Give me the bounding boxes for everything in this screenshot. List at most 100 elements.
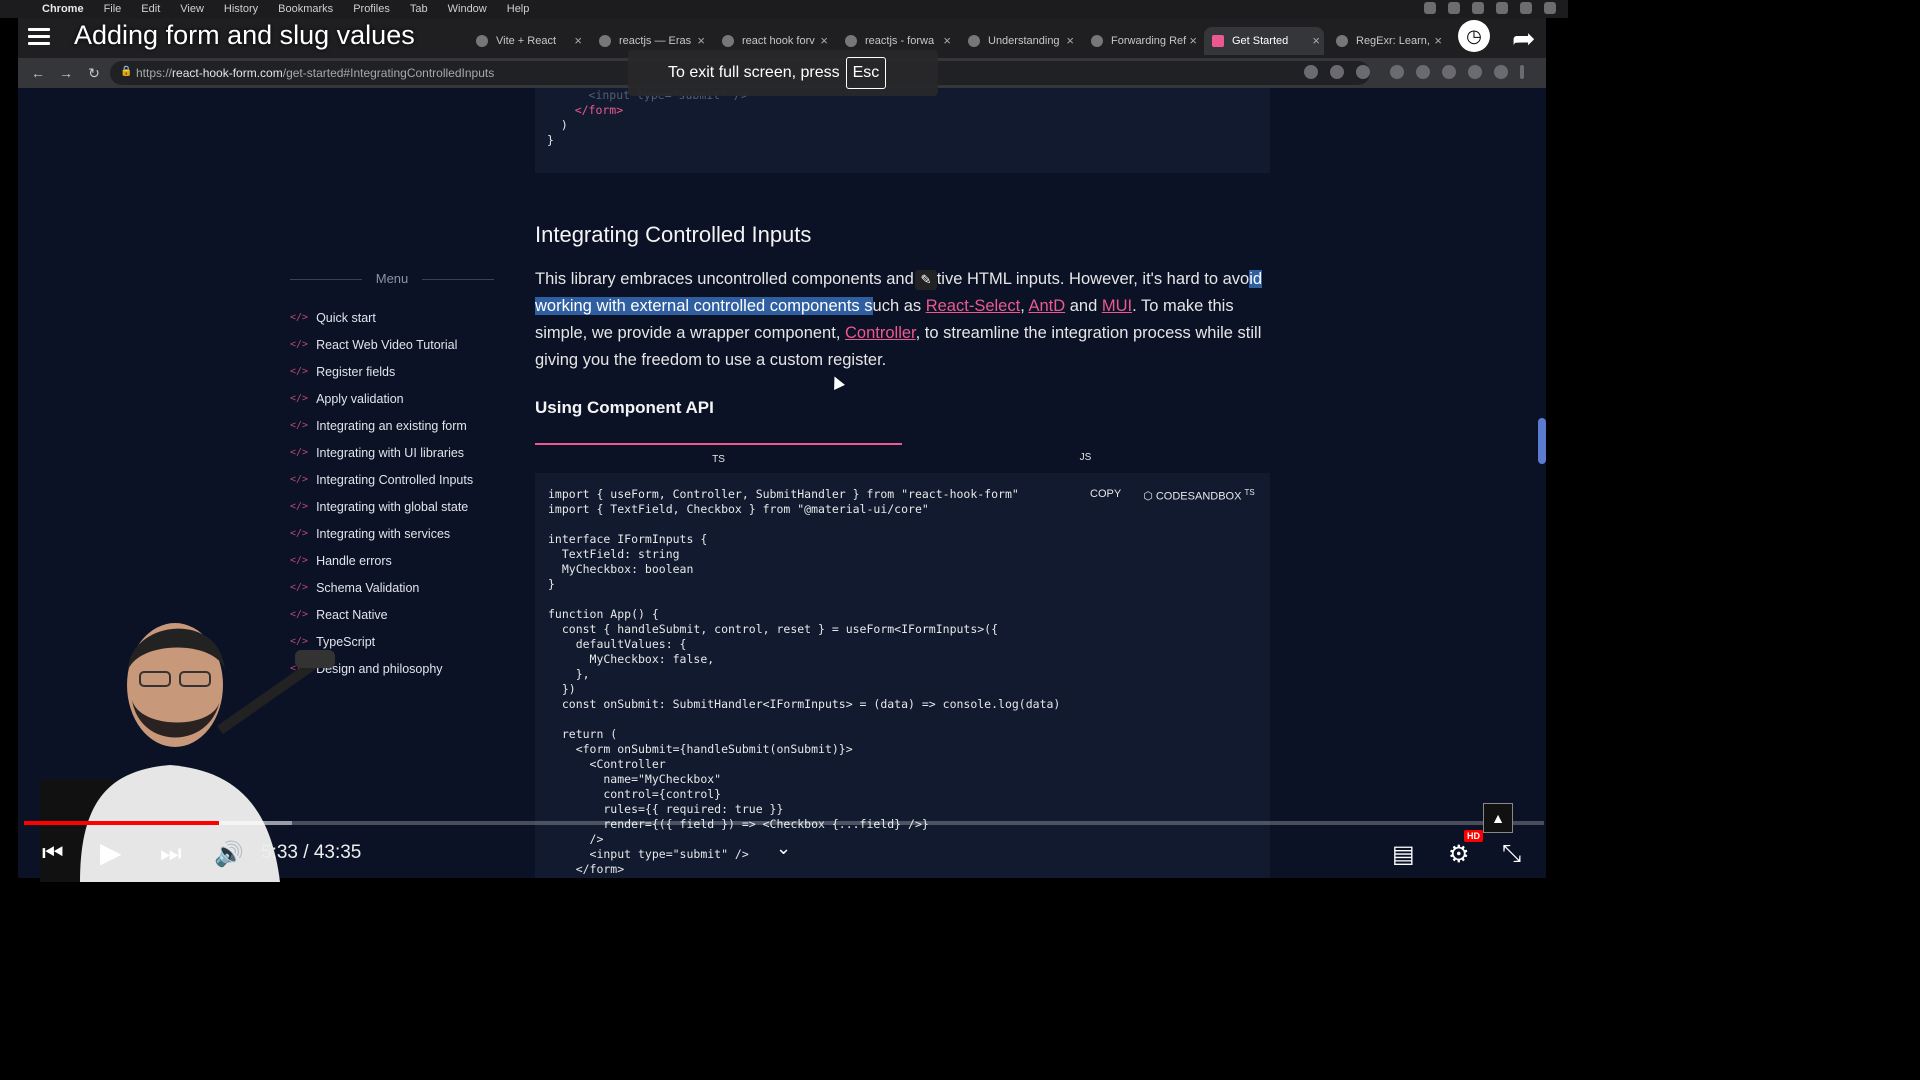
sidebar-item-quick-start[interactable]: </> Quick start <box>290 304 510 331</box>
control-center-icon[interactable] <box>1544 2 1556 14</box>
paragraph-text: uch as <box>872 297 926 315</box>
menu-edit[interactable]: Edit <box>141 3 160 15</box>
scroll-to-top-button[interactable]: ▲ <box>1483 803 1513 833</box>
sidebar-menu-title: Menu <box>290 271 494 286</box>
sidebar-item-register-fields[interactable]: </> Register fields <box>290 358 510 385</box>
back-icon[interactable]: ← <box>30 65 46 81</box>
code-tag-icon: </> <box>290 312 309 323</box>
paragraph-text: and <box>1065 297 1102 315</box>
subtitles-icon[interactable]: ▤ <box>1392 840 1415 869</box>
share-icon[interactable] <box>1330 65 1344 79</box>
avatar[interactable] <box>1494 65 1508 79</box>
code-line: rules={{ required: true }} <box>548 802 784 816</box>
code-line: const onSubmit: SubmitHandler<IFormInput… <box>548 697 1061 711</box>
grid-status-icon[interactable] <box>1448 2 1460 14</box>
menu-help[interactable]: Help <box>507 3 530 15</box>
microphone-shape <box>295 650 335 668</box>
macos-menu-bar: Chrome File Edit View History Bookmarks … <box>0 0 1568 18</box>
video-progress-bar[interactable] <box>24 821 1544 825</box>
sidebar-item-react-web-video-tutorial[interactable]: </> React Web Video Tutorial <box>290 331 510 358</box>
menu-app-chrome[interactable]: Chrome <box>42 3 84 15</box>
code-line: return ( <box>548 727 618 741</box>
sidebar-item-integrating-services[interactable]: </> Integrating with services <box>290 520 510 547</box>
sidebar-status-icon[interactable] <box>1424 2 1436 14</box>
code-block: import { useForm, Controller, SubmitHand… <box>535 473 1270 878</box>
volume-icon[interactable]: 🔊 <box>214 840 244 869</box>
code-line: MyCheckbox: false, <box>548 652 715 666</box>
fullscreen-notice-text: To exit full screen, press <box>668 64 840 81</box>
play-icon[interactable]: ▶ <box>100 836 122 869</box>
star-icon[interactable] <box>1356 65 1370 79</box>
next-icon[interactable]: ⏭ <box>160 840 182 868</box>
url-scheme: https:// <box>136 66 173 80</box>
code-language-tabs: TS JS <box>535 443 1270 473</box>
lock-icon[interactable]: 🔒 <box>120 66 132 77</box>
link-react-select[interactable]: React-Select <box>926 297 1020 315</box>
forward-icon[interactable]: → <box>58 65 74 81</box>
section-title: Integrating Controlled Inputs <box>535 222 812 247</box>
google-icon[interactable] <box>1304 65 1318 79</box>
copy-button[interactable]: COPY <box>1090 488 1121 503</box>
battery-icon[interactable] <box>1520 2 1532 14</box>
video-title[interactable]: Adding form and slug values <box>74 20 415 51</box>
chevron-down-icon[interactable]: ⌄ <box>776 838 791 859</box>
esc-key: Esc <box>845 57 887 89</box>
sidebar-item-handle-errors[interactable]: </> Handle errors <box>290 547 510 574</box>
code-line: </form> <box>547 103 1270 118</box>
settings-icon[interactable]: ⚙ <box>1448 840 1470 869</box>
video-top-bar: Adding form and slug values ◷ ➦ <box>0 18 1568 58</box>
mic-arm-shape <box>217 655 323 735</box>
url-host: react-hook-form.com <box>172 66 283 80</box>
highlighter-icon: ✎ <box>915 270 937 290</box>
extension-icon[interactable] <box>1390 65 1404 79</box>
sidebar-item-label: Schema Validation <box>316 580 420 595</box>
sidebar-item-schema-validation[interactable]: </> Schema Validation <box>290 574 510 601</box>
playlist-icon[interactable] <box>28 28 50 46</box>
link-antd[interactable]: AntD <box>1028 297 1065 315</box>
sidebar-item-integrating-global-state[interactable]: </> Integrating with global state <box>290 493 510 520</box>
hd-badge: HD <box>1464 830 1483 842</box>
code-tag-icon: </> <box>290 582 309 593</box>
code-tag-icon: </> <box>290 528 309 539</box>
menu-window[interactable]: Window <box>448 3 487 15</box>
time-display: 5:33 / 43:35 <box>261 842 362 863</box>
codesandbox-button[interactable]: ⬡ CODESANDBOX TS <box>1143 488 1255 503</box>
kebab-menu-icon[interactable] <box>1520 65 1524 79</box>
menu-view[interactable]: View <box>180 3 204 15</box>
code-line: control={control} <box>548 787 722 801</box>
code-tag-icon: </> <box>290 474 309 485</box>
link-controller[interactable]: Controller <box>845 324 916 342</box>
sidebar-item-integrating-ui-libraries[interactable]: </> Integrating with UI libraries <box>290 439 510 466</box>
sidebar-item-apply-validation[interactable]: </> Apply validation <box>290 385 510 412</box>
url-path: /get-started#IntegratingControlledInputs <box>282 66 495 80</box>
page-scrollbar[interactable] <box>1538 418 1546 464</box>
link-mui[interactable]: MUI <box>1102 297 1132 315</box>
sidebar-item-integrating-existing-form[interactable]: </> Integrating an existing form <box>290 412 510 439</box>
share-icon[interactable]: ➦ <box>1512 22 1535 55</box>
menu-bookmarks[interactable]: Bookmarks <box>278 3 333 15</box>
status-icon[interactable] <box>1472 2 1484 14</box>
code-line: ) <box>547 118 568 132</box>
menu-tab[interactable]: Tab <box>410 3 428 15</box>
previous-icon[interactable]: ⏮ <box>42 840 64 868</box>
section-paragraph: This library embraces uncontrolled compo… <box>535 266 1275 374</box>
menu-profiles[interactable]: Profiles <box>353 3 390 15</box>
code-block-previous: <input type="submit" /> </form> )} <box>535 88 1270 173</box>
tab-js[interactable]: JS <box>902 443 1269 473</box>
extension-icon[interactable] <box>1416 65 1430 79</box>
watch-later-icon[interactable]: ◷ <box>1458 20 1490 52</box>
tab-ts[interactable]: TS <box>535 443 902 473</box>
wifi-icon[interactable] <box>1496 2 1508 14</box>
sidebar-item-integrating-controlled-inputs[interactable]: </> Integrating Controlled Inputs <box>290 466 510 493</box>
exit-fullscreen-icon[interactable]: ⤡ <box>1502 840 1521 868</box>
menu-file[interactable]: File <box>104 3 122 15</box>
sidepanel-icon[interactable] <box>1468 65 1482 79</box>
puzzle-icon[interactable] <box>1442 65 1456 79</box>
reload-icon[interactable]: ↻ <box>86 65 102 82</box>
sidebar-item-label: Handle errors <box>316 553 392 568</box>
code-token: </form> <box>547 103 624 117</box>
menu-history[interactable]: History <box>224 3 258 15</box>
code-tag-icon: </> <box>290 393 309 404</box>
code-line: <Controller <box>548 757 666 771</box>
